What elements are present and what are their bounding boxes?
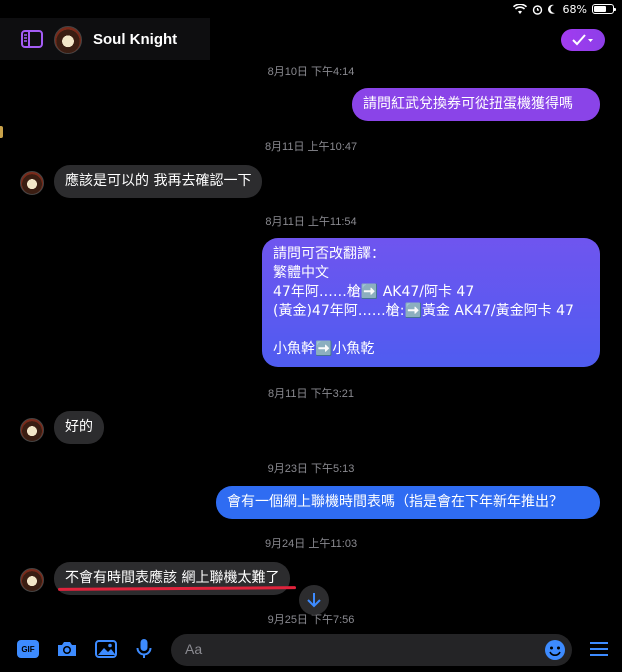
alarm-icon [532, 4, 542, 15]
message-line: (黃金)47年阿……槍:➡️黃金 AK47/黃金阿卡 47 [273, 303, 574, 319]
message-input-placeholder: Aa [185, 641, 203, 657]
contact-avatar[interactable] [54, 26, 82, 54]
gif-button[interactable]: GIF [17, 640, 39, 658]
edge-indicator [0, 126, 3, 138]
menu-icon[interactable] [589, 641, 609, 657]
wifi-icon [512, 3, 527, 14]
sender-avatar[interactable] [20, 568, 44, 592]
photo-icon[interactable] [95, 640, 117, 658]
checkmark-dropdown-icon [572, 34, 593, 46]
message-line: 小魚幹➡️小魚乾 [273, 341, 375, 357]
timestamp: 8月11日 下午3:21 [267, 388, 354, 400]
outgoing-message-multiline[interactable]: 請問可否改翻譯： 繁體中文 47年阿……槍➡️ AK47/阿卡 47 (黃金)4… [262, 238, 600, 367]
emoji-icon[interactable] [544, 639, 566, 661]
moon-icon [547, 4, 555, 14]
timestamp: 8月11日 上午11:54 [265, 216, 357, 228]
message-line: 47年阿……槍➡️ AK47/阿卡 47 [273, 284, 475, 300]
sender-avatar[interactable] [20, 418, 44, 442]
gif-label: GIF [21, 644, 35, 654]
outgoing-message[interactable]: 會有一個網上聯機時間表嗎（指是會在下年新年推出？ [216, 486, 600, 519]
message-line [273, 321, 589, 340]
outgoing-message[interactable]: 請問紅武兌換券可從扭蛋機獲得嗎 [352, 88, 600, 121]
timestamp: 8月11日 上午10:47 [264, 141, 358, 153]
timestamp: 8月10日 下午4:14 [267, 66, 355, 78]
message-line: 繁體中文 [273, 265, 329, 281]
arrow-down-icon [307, 593, 321, 608]
mark-done-button[interactable] [561, 29, 605, 51]
timestamp: 9月24日 上午11:03 [264, 538, 358, 550]
incoming-message[interactable]: 應該是可以的 我再去確認一下 [54, 165, 263, 198]
message-input[interactable]: Aa [171, 634, 572, 666]
status-bar: 68% [512, 0, 622, 18]
incoming-message[interactable]: 好的 [54, 411, 104, 444]
chat-header: Soul Knight [0, 18, 210, 60]
microphone-icon[interactable] [136, 638, 152, 660]
camera-icon[interactable] [56, 640, 78, 658]
scroll-to-bottom-button[interactable] [299, 585, 329, 615]
timestamp: 9月23日 下午5:13 [267, 463, 355, 475]
message-line: 請問可否改翻譯： [273, 246, 385, 262]
sidebar-toggle-icon[interactable] [21, 30, 43, 48]
sender-avatar[interactable] [20, 171, 44, 195]
battery-percent: 68% [562, 2, 587, 16]
contact-name[interactable]: Soul Knight [93, 31, 177, 48]
battery-icon [592, 4, 616, 14]
